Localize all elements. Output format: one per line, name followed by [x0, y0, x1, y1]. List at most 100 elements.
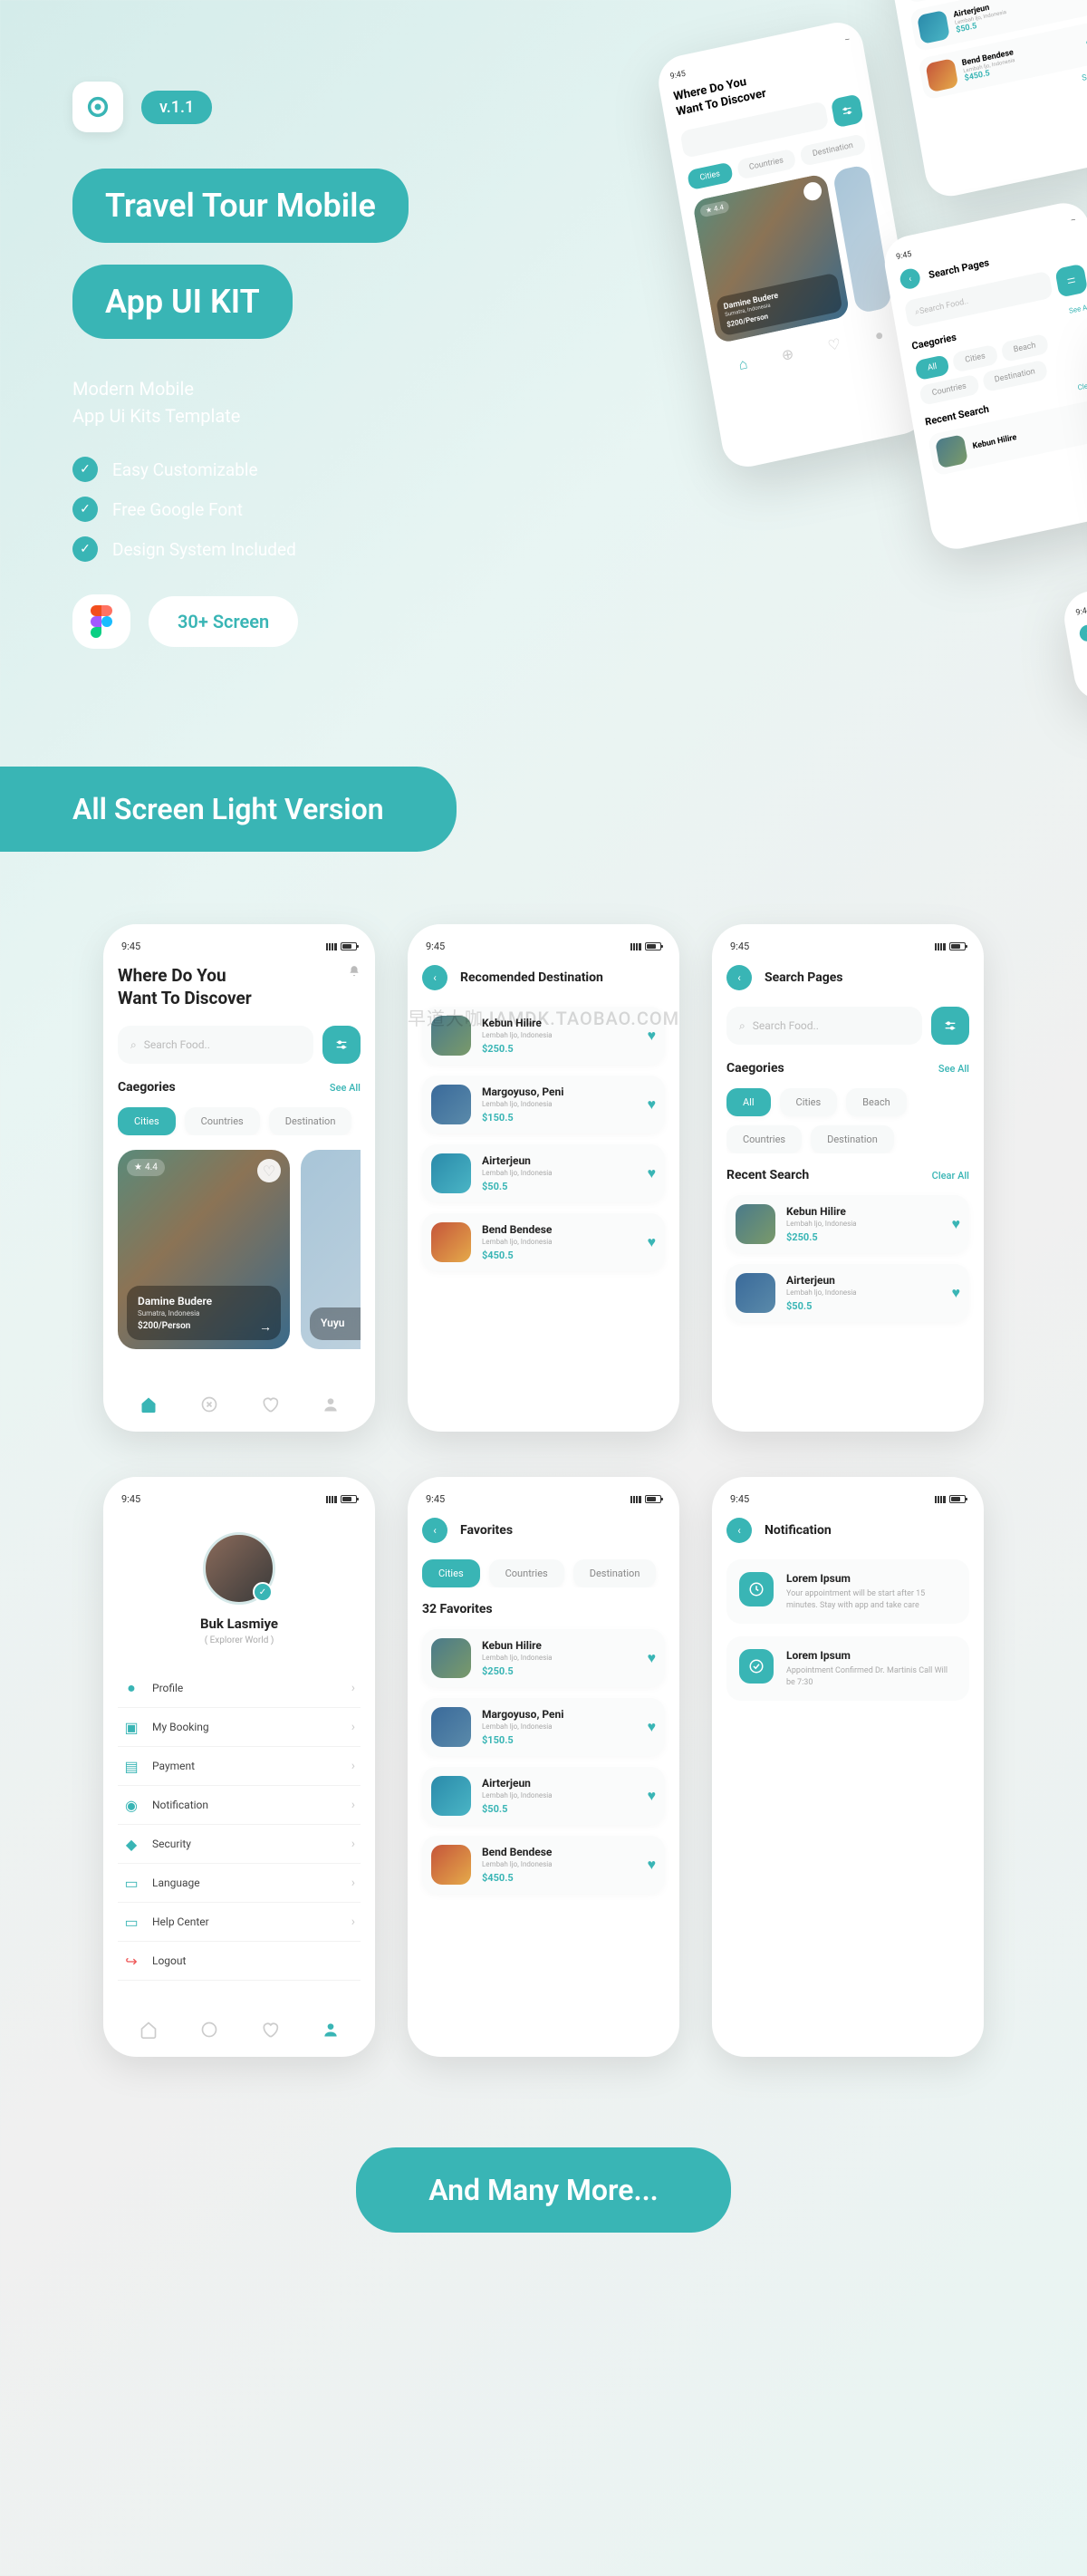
avatar[interactable]: ✓: [203, 1532, 275, 1605]
screen-notification: 9:45 ‹Notification Lorem IpsumYour appoi…: [712, 1477, 984, 2057]
menu-item-logout[interactable]: ↪Logout: [118, 1942, 361, 1981]
menu-item-my-booking[interactable]: ▣My Booking›: [118, 1708, 361, 1747]
menu-label: Help Center: [152, 1915, 339, 1928]
tab-home-icon[interactable]: [139, 1395, 158, 1413]
feature-item: Easy Customizable: [112, 459, 258, 480]
heart-icon[interactable]: ♥: [648, 1856, 657, 1874]
destination-card[interactable]: ♡ Yuyu: [301, 1150, 361, 1349]
filter-button[interactable]: [322, 1026, 361, 1064]
list-item[interactable]: AirterjeunLembah ljo, Indonesia$50.5♥: [422, 1144, 665, 1202]
item-name: Airterjeun: [786, 1274, 941, 1287]
list-item[interactable]: AirterjeunLembah ljo, Indonesia$50.5♥: [422, 1767, 665, 1825]
menu-label: Logout: [152, 1954, 355, 1967]
list-item[interactable]: Bend BendeseLembah ljo, Indonesia$450.5♥: [422, 1836, 665, 1894]
notification-item[interactable]: Lorem IpsumAppointment Confirmed Dr. Mar…: [726, 1636, 969, 1701]
list-item[interactable]: Margoyuso, PeniLembah ljo, Indonesia$150…: [422, 1698, 665, 1756]
chip-all[interactable]: All: [726, 1088, 771, 1116]
thumbnail: [431, 1638, 471, 1678]
menu-label: Profile: [152, 1682, 339, 1694]
card-location: Sumatra, Indonesia: [138, 1309, 270, 1317]
chip-beach[interactable]: Beach: [846, 1088, 907, 1116]
menu-item-security[interactable]: ◆Security›: [118, 1825, 361, 1864]
categories-label: Caegories: [726, 1061, 784, 1076]
item-price: $450.5: [482, 1872, 637, 1884]
item-location: Lembah ljo, Indonesia: [482, 1238, 637, 1246]
chip-cities[interactable]: Cities: [422, 1559, 480, 1587]
heart-icon[interactable]: ♥: [952, 1215, 961, 1233]
menu-item-payment[interactable]: ▤Payment›: [118, 1747, 361, 1786]
chip-cities[interactable]: Cities: [118, 1107, 176, 1135]
menu-item-notification[interactable]: ◉Notification›: [118, 1786, 361, 1825]
back-button[interactable]: ‹: [422, 965, 447, 990]
item-price: $150.5: [482, 1112, 637, 1124]
arrow-icon: →: [259, 1319, 272, 1335]
list-item[interactable]: AirterjeunLembah ljo, Indonesia$50.5♥: [726, 1264, 969, 1322]
chevron-right-icon: ›: [351, 1837, 355, 1851]
heart-icon[interactable]: ♥: [648, 1787, 657, 1805]
heart-icon[interactable]: ♥: [952, 1284, 961, 1302]
username: Buk Lasmiye: [118, 1616, 361, 1632]
tab-home-icon[interactable]: [139, 2021, 158, 2039]
menu-label: Language: [152, 1877, 339, 1889]
chip-destination[interactable]: Destination: [269, 1107, 352, 1135]
list-item[interactable]: Kebun HilireLembah ljo, Indonesia$250.5♥: [422, 1629, 665, 1687]
item-location: Lembah ljo, Indonesia: [482, 1031, 637, 1039]
screen-profile: 9:45 ✓ Buk Lasmiye ( Explorer World ) ●P…: [103, 1477, 375, 2057]
tab-profile-icon[interactable]: [322, 1395, 340, 1413]
chip-countries[interactable]: Countries: [185, 1107, 260, 1135]
back-button[interactable]: ‹: [726, 1518, 752, 1543]
chip-countries[interactable]: Countries: [726, 1125, 802, 1153]
heart-icon[interactable]: ♥: [648, 1095, 657, 1114]
chip-cities[interactable]: Cities: [780, 1088, 838, 1116]
item-name: Airterjeun: [482, 1154, 637, 1167]
menu-item-language[interactable]: ▭Language›: [118, 1864, 361, 1903]
screen-count-badge: 30+ Screen: [149, 596, 298, 647]
heart-icon[interactable]: ♥: [648, 1718, 657, 1736]
tab-favorites-icon[interactable]: [261, 1395, 279, 1413]
tab-favorites-icon[interactable]: [261, 2021, 279, 2039]
favorite-button[interactable]: ♡: [257, 1159, 281, 1182]
list-item[interactable]: Kebun HilireLembah ljo, Indonesia$250.5♥: [726, 1195, 969, 1253]
chevron-right-icon: ›: [351, 1915, 355, 1929]
recent-label: Recent Search: [726, 1168, 809, 1182]
page-title: Notification: [765, 1523, 832, 1538]
chip-countries[interactable]: Countries: [489, 1559, 564, 1587]
heart-icon[interactable]: ♥: [648, 1233, 657, 1251]
filter-button[interactable]: [931, 1007, 969, 1045]
list-item[interactable]: Margoyuso, PeniLembah ljo, Indonesia$150…: [422, 1076, 665, 1134]
tab-explore-icon[interactable]: [200, 2021, 218, 2039]
item-price: $50.5: [786, 1300, 941, 1312]
notif-title: Lorem Ipsum: [786, 1572, 957, 1585]
statusbar: 9:45: [118, 941, 361, 965]
check-icon: ✓: [72, 457, 98, 482]
item-location: Lembah ljo, Indonesia: [482, 1722, 637, 1731]
section-header: All Screen Light Version: [0, 767, 457, 852]
list-item[interactable]: Bend BendeseLembah ljo, Indonesia$450.5♥: [422, 1213, 665, 1271]
page-heading: Where Do You Want To Discover: [118, 965, 252, 1009]
back-button[interactable]: ‹: [422, 1518, 447, 1543]
back-button[interactable]: ‹: [726, 965, 752, 990]
see-all-link[interactable]: See All: [330, 1082, 361, 1094]
heart-icon[interactable]: ♥: [648, 1164, 657, 1182]
menu-icon: ◆: [123, 1836, 139, 1852]
tab-explore-icon[interactable]: [200, 1395, 218, 1413]
search-input[interactable]: ⌕Search Food..: [726, 1007, 922, 1045]
feature-list: ✓Easy Customizable ✓Free Google Font ✓De…: [72, 457, 1087, 562]
card-name: Damine Budere: [138, 1295, 270, 1307]
chip-destination[interactable]: Destination: [573, 1559, 657, 1587]
heart-icon[interactable]: ♥: [648, 1649, 657, 1667]
thumbnail: [431, 1845, 471, 1885]
check-circle-icon: [739, 1649, 774, 1684]
item-name: Airterjeun: [482, 1777, 637, 1790]
search-input[interactable]: ⌕Search Food..: [118, 1026, 313, 1064]
destination-card[interactable]: ★ 4.4 ♡ Damine Budere Sumatra, Indonesia…: [118, 1150, 290, 1349]
bell-icon[interactable]: [348, 965, 361, 978]
menu-item-profile[interactable]: ●Profile›: [118, 1669, 361, 1708]
feature-item: Free Google Font: [112, 499, 243, 520]
clear-all-link[interactable]: Clear All: [932, 1170, 969, 1182]
menu-item-help-center[interactable]: ▭Help Center›: [118, 1903, 361, 1942]
tab-profile-icon[interactable]: [322, 2021, 340, 2039]
chip-destination[interactable]: Destination: [811, 1125, 894, 1153]
notification-item[interactable]: Lorem IpsumYour appointment will be star…: [726, 1559, 969, 1624]
see-all-link[interactable]: See All: [938, 1063, 969, 1075]
